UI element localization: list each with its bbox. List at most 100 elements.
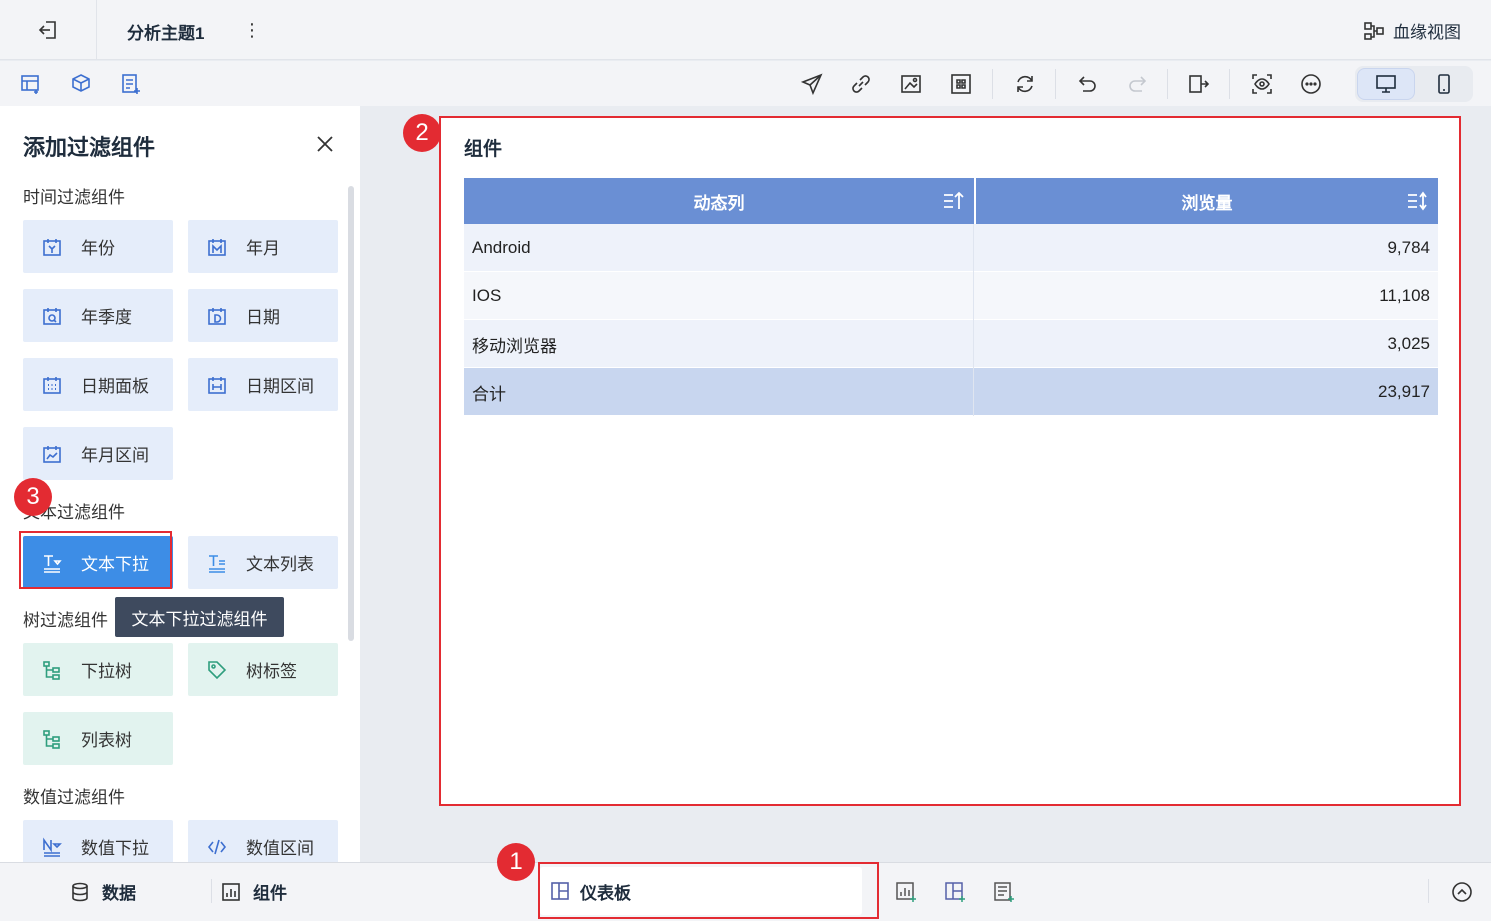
filter-year-quarter-label: 年季度 <box>81 308 132 327</box>
text-list-icon <box>209 554 225 573</box>
cell-value: 11,108 <box>1379 286 1430 305</box>
lineage-view-button[interactable]: 血缘视图 <box>1363 18 1461 43</box>
eye-scan-icon <box>1252 74 1272 94</box>
filter-number-dropdown[interactable]: 数值下拉 <box>23 820 173 862</box>
topic-title[interactable]: 分析主题1 <box>127 19 204 44</box>
filter-text-dropdown-label: 文本下拉 <box>81 555 149 574</box>
grid-layout-icon <box>951 74 971 94</box>
filter-date-panel[interactable]: 日期面板 <box>23 358 173 411</box>
cell-value: 9,784 <box>1387 238 1430 257</box>
widget-tab[interactable]: 组件 <box>221 879 287 904</box>
filter-number-dropdown-label: 数值下拉 <box>81 839 149 858</box>
add-text-button[interactable] <box>118 71 144 97</box>
data-tab[interactable]: 数据 <box>70 879 136 904</box>
widget-tab-label: 组件 <box>253 884 287 903</box>
filter-tree-tag-label: 树标签 <box>246 662 297 681</box>
filter-year-month-range[interactable]: 年月区间 <box>23 427 173 480</box>
collapse-button[interactable] <box>1449 879 1475 905</box>
table-row[interactable]: 移动浏览器 3,025 <box>464 320 1438 368</box>
calendar-quarter-icon <box>43 307 61 325</box>
redo-icon <box>1129 76 1147 92</box>
toolbar-divider <box>1229 69 1230 99</box>
link-button[interactable] <box>848 71 874 97</box>
filter-date-label: 日期 <box>246 308 280 327</box>
exit-button[interactable] <box>0 0 97 60</box>
sort-ascending-icon[interactable] <box>942 190 964 212</box>
filter-text-list[interactable]: 文本列表 <box>188 536 338 589</box>
desktop-view-button[interactable] <box>1357 68 1415 100</box>
filter-date-range-label: 日期区间 <box>246 377 314 396</box>
cell-dimension: 移动浏览器 <box>464 320 974 368</box>
add-component-button[interactable] <box>68 71 94 97</box>
dashboard-tab[interactable]: 仪表板 <box>540 867 862 915</box>
device-toggle <box>1355 66 1473 102</box>
undo-button[interactable] <box>1075 71 1101 97</box>
filter-dropdown-tree-label: 下拉树 <box>81 662 132 681</box>
filter-text-dropdown[interactable]: 文本下拉 <box>23 536 173 589</box>
filter-number-range[interactable]: 数值区间 <box>188 820 338 862</box>
table-row[interactable]: IOS 11,108 <box>464 272 1438 320</box>
add-dashboard-icon <box>945 882 965 902</box>
calendar-grid-icon <box>43 376 61 394</box>
filter-list-tree[interactable]: 列表树 <box>23 712 173 765</box>
table-widget[interactable]: 组件 动态列 浏览量 Android 9,784 IOS 11,108 移动浏览… <box>441 118 1459 804</box>
mobile-view-button[interactable] <box>1415 68 1473 100</box>
cell-total-label: 合计 <box>464 368 974 416</box>
export-button[interactable] <box>1186 71 1212 97</box>
publish-button[interactable] <box>799 71 825 97</box>
code-range-icon <box>207 839 227 854</box>
bottom-bar: 数据 组件 仪表板 <box>0 862 1491 921</box>
calendar-month-icon <box>208 238 226 256</box>
calendar-range-icon <box>208 376 226 394</box>
filter-date-range[interactable]: 日期区间 <box>188 358 338 411</box>
more-horizontal-icon <box>1301 74 1321 94</box>
add-widget-button[interactable] <box>18 71 44 97</box>
filter-year[interactable]: 年份 <box>23 220 173 273</box>
close-panel-button[interactable] <box>314 133 336 155</box>
undo-icon <box>1078 76 1096 92</box>
bar-chart-icon <box>222 882 240 901</box>
cell-value: 3,025 <box>1387 334 1430 353</box>
filter-number-range-label: 数值区间 <box>246 839 314 858</box>
annotation-badge-1: 1 <box>497 843 535 881</box>
filter-dropdown-tree[interactable]: 下拉树 <box>23 643 173 696</box>
panel-scrollbar[interactable] <box>348 186 354 641</box>
add-chart-button[interactable] <box>893 879 919 905</box>
table-row[interactable]: Android 9,784 <box>464 224 1438 272</box>
filter-tree-tag[interactable]: 树标签 <box>188 643 338 696</box>
table-total-row[interactable]: 合计 23,917 <box>464 368 1438 416</box>
section-number-filter: 数值过滤组件 <box>23 788 125 807</box>
lineage-label: 血缘视图 <box>1393 23 1461 42</box>
toolbar <box>0 61 1491 106</box>
column-header-label: 动态列 <box>693 193 745 213</box>
filter-year-quarter[interactable]: 年季度 <box>23 289 173 342</box>
desktop-icon <box>1376 75 1396 93</box>
send-icon <box>801 73 823 95</box>
add-dashboard-button[interactable] <box>942 879 968 905</box>
tree-dropdown-icon <box>43 660 60 680</box>
toolbar-divider <box>1167 69 1168 99</box>
more-button[interactable] <box>1298 71 1324 97</box>
column-header-dimension[interactable]: 动态列 <box>464 178 974 224</box>
dashboard-icon <box>551 882 569 900</box>
toolbar-divider <box>992 69 993 99</box>
add-filter-panel: 添加过滤组件 时间过滤组件 年份 年月 年季度 日期 日期面板 日期区间 年月区… <box>0 106 360 862</box>
preview-button[interactable] <box>1249 71 1275 97</box>
layout-button[interactable] <box>948 71 974 97</box>
calendar-year-icon <box>43 238 61 256</box>
more-vertical-icon[interactable]: ⋮ <box>243 18 261 42</box>
theme-button[interactable] <box>898 71 924 97</box>
redo-button[interactable] <box>1124 71 1150 97</box>
filter-year-month[interactable]: 年月 <box>188 220 338 273</box>
text-dropdown-icon <box>44 554 62 573</box>
link-icon <box>852 75 870 93</box>
add-report-button[interactable] <box>991 879 1017 905</box>
column-header-views[interactable]: 浏览量 <box>974 178 1438 224</box>
lineage-icon <box>1364 21 1384 40</box>
cube-add-icon <box>72 74 90 92</box>
cell-total-value: 23,917 <box>1378 382 1430 401</box>
data-table: 动态列 浏览量 Android 9,784 IOS 11,108 移动浏览器 3… <box>464 178 1438 416</box>
sort-icon[interactable] <box>1406 190 1428 212</box>
refresh-button[interactable] <box>1012 71 1038 97</box>
filter-date[interactable]: 日期 <box>188 289 338 342</box>
